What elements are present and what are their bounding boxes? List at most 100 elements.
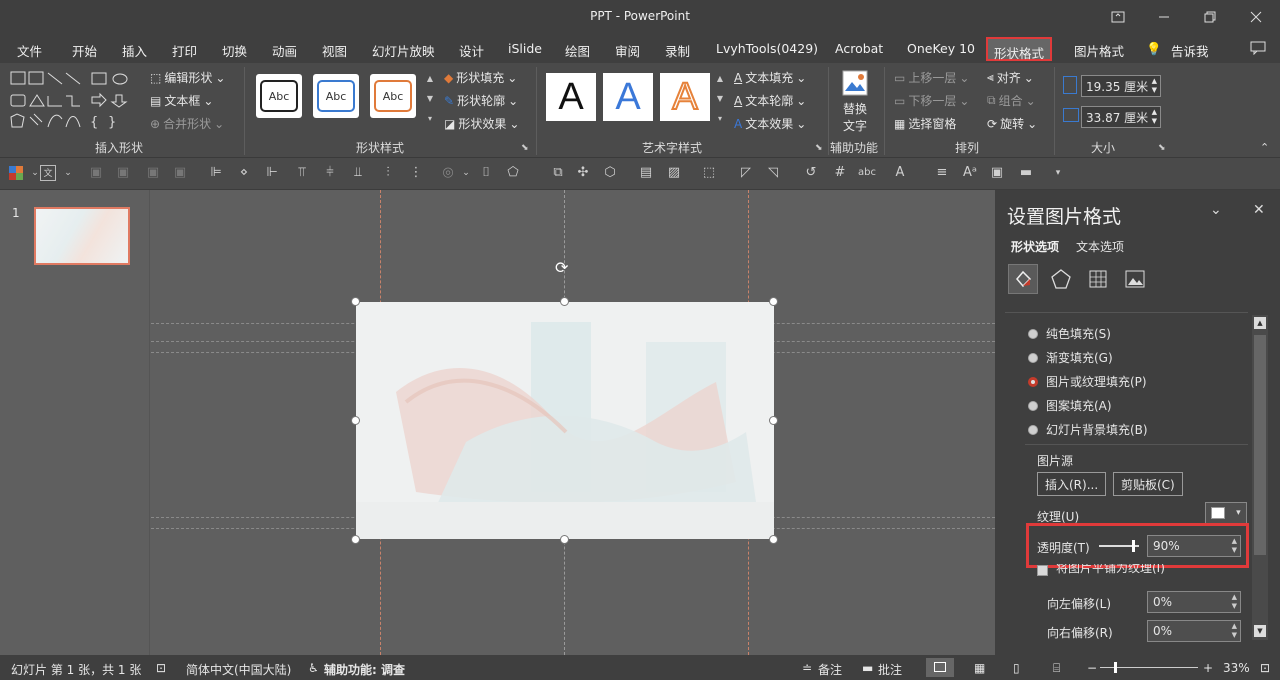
distribute-vertical-icon[interactable]: ⋮	[408, 165, 424, 181]
merge-shapes-button[interactable]: ⊕ 合并形状 ⌄	[150, 115, 224, 132]
align-button[interactable]: ⫷ 对齐 ⌄	[987, 69, 1034, 86]
crop-icon[interactable]: ⌷	[478, 165, 494, 181]
zoom-slider-thumb[interactable]	[1114, 662, 1117, 673]
shape-outline-button[interactable]: ✎ 形状轮廓 ⌄	[444, 92, 518, 109]
wordart-gallery-scroll[interactable]: ▲ ▼ ▾	[714, 69, 726, 131]
resize-handle[interactable]	[351, 297, 360, 306]
image-box-icon[interactable]: ▨	[666, 165, 682, 181]
shape-points-icon[interactable]: ◹	[765, 165, 781, 181]
resize-handle[interactable]	[560, 535, 569, 544]
shape-fill-button[interactable]: ◆ 形状填充 ⌄	[444, 69, 517, 86]
tab-print[interactable]: 打印	[172, 41, 197, 60]
tab-shape-options[interactable]: 形状选项	[1011, 238, 1059, 255]
radio-background-fill[interactable]: 幻灯片背景填充(B)	[1028, 421, 1148, 438]
tab-draw[interactable]: 绘图	[565, 41, 590, 60]
ribbon-display-options-icon[interactable]	[1095, 0, 1141, 33]
spinner-arrows-icon[interactable]: ▲ ▼	[1232, 537, 1237, 555]
radio-solid-fill[interactable]: 纯色填充(S)	[1028, 325, 1111, 342]
restore-icon[interactable]	[1187, 0, 1233, 33]
layer-icon[interactable]: ▣	[88, 165, 104, 181]
text-fill-button[interactable]: A 文本填充 ⌄	[734, 69, 806, 86]
tab-islide[interactable]: iSlide	[508, 41, 542, 56]
layer-icon[interactable]: ▣	[115, 165, 131, 181]
hash-icon[interactable]: #	[832, 165, 848, 181]
zoom-level[interactable]: 33%	[1223, 661, 1250, 675]
textbox-icon[interactable]: ▤	[638, 165, 654, 181]
dialog-launcher-icon[interactable]: ⬊	[815, 143, 823, 153]
select-icon[interactable]: ⬚	[701, 165, 717, 181]
dialog-launcher-icon[interactable]: ⬊	[1158, 143, 1166, 153]
align-middle-icon[interactable]: ⫩	[322, 165, 338, 181]
clipboard-button[interactable]: 剪贴板(C)	[1113, 472, 1183, 496]
customize-toolbar-icon[interactable]: ▾	[1050, 165, 1066, 181]
tag-icon[interactable]: ⬠	[505, 165, 521, 181]
brush-icon[interactable]: ✣	[575, 165, 591, 181]
tab-insert[interactable]: 插入	[122, 41, 147, 60]
radio-picture-fill[interactable]: 图片或纹理填充(P)	[1028, 373, 1147, 390]
picture-icon[interactable]	[1124, 268, 1146, 293]
spinner-arrows-icon[interactable]: ▲ ▼	[1232, 622, 1237, 640]
cube-icon[interactable]: ⬡	[602, 165, 618, 181]
tab-record[interactable]: 录制	[665, 41, 690, 60]
transparency-slider[interactable]	[1099, 539, 1139, 553]
selection-pane-button[interactable]: ▦ 选择窗格	[894, 115, 956, 132]
tab-acrobat[interactable]: Acrobat	[835, 41, 883, 56]
scroll-down-icon[interactable]: ▼	[1254, 625, 1266, 637]
slide-thumbnail[interactable]	[34, 207, 130, 265]
align-right-icon[interactable]: ⊩	[264, 165, 280, 181]
shape-style-orange[interactable]: Abc	[370, 74, 416, 118]
resize-handle[interactable]	[769, 297, 778, 306]
resize-handle[interactable]	[769, 535, 778, 544]
zoom-out-button[interactable]: −	[1087, 661, 1097, 675]
pane-scrollbar[interactable]: ▲ ▼	[1252, 315, 1268, 640]
scroll-thumb[interactable]	[1254, 335, 1266, 555]
tab-onekey[interactable]: OneKey 10	[907, 41, 975, 56]
wordart-style-orange[interactable]: A	[660, 73, 710, 121]
tab-slideshow[interactable]: 幻灯片放映	[372, 41, 435, 60]
scroll-up-icon[interactable]: ▲	[1254, 317, 1266, 329]
resize-handle[interactable]	[351, 535, 360, 544]
slide-sorter-icon[interactable]: ▦	[974, 661, 985, 675]
close-icon[interactable]	[1233, 0, 1279, 33]
wordart-style-blue[interactable]: A	[603, 73, 653, 121]
edit-shape-button[interactable]: ⬚ 编辑形状 ⌄	[150, 69, 225, 86]
layer-icon[interactable]: ▣	[172, 165, 188, 181]
layer-icon[interactable]: ▣	[145, 165, 161, 181]
tab-text-options[interactable]: 文本选项	[1076, 238, 1124, 255]
image-icon[interactable]: ▣	[989, 165, 1005, 181]
slideshow-icon[interactable]: ⌸	[1053, 661, 1060, 676]
texture-picker[interactable]: ▾	[1205, 502, 1247, 524]
text-spacing-icon[interactable]: abc	[856, 165, 878, 181]
shape-style-black[interactable]: Abc	[256, 74, 302, 118]
tab-file[interactable]: 文件	[17, 41, 42, 60]
width-input[interactable]: 33.87 厘米 ▲ ▼	[1081, 106, 1161, 128]
tab-shape-format[interactable]: 形状格式	[986, 37, 1053, 61]
normal-view-button[interactable]	[926, 658, 954, 677]
slider-thumb[interactable]	[1132, 540, 1136, 552]
fill-line-icon[interactable]	[1008, 264, 1038, 294]
send-backward-button[interactable]: ▭ 下移一层 ⌄	[894, 92, 969, 109]
transparency-input[interactable]: 90% ▲ ▼	[1147, 535, 1241, 557]
offset-right-input[interactable]: 0% ▲ ▼	[1147, 620, 1241, 642]
paragraph-icon[interactable]: ≡	[934, 165, 950, 181]
zoom-slider[interactable]	[1100, 662, 1198, 673]
color-theme-icon[interactable]	[5, 165, 27, 181]
tab-picture-format[interactable]: 图片格式	[1074, 41, 1124, 60]
accessibility-status[interactable]: 辅助功能: 调查	[324, 661, 405, 678]
radio-gradient-fill[interactable]: 渐变填充(G)	[1028, 349, 1113, 366]
picture-shape[interactable]	[356, 302, 774, 539]
offset-left-input[interactable]: 0% ▲ ▼	[1147, 591, 1241, 613]
rotate-button[interactable]: ⟳ 旋转 ⌄	[987, 115, 1037, 132]
spinner-arrows-icon[interactable]: ▲ ▼	[1152, 77, 1157, 95]
comments-button[interactable]: 批注	[878, 661, 902, 678]
height-input[interactable]: 19.35 厘米 ▲ ▼	[1081, 75, 1161, 97]
fit-slide-icon[interactable]: ⊡	[1260, 661, 1270, 675]
text-color-icon[interactable]: A	[892, 165, 908, 181]
tile-checkbox[interactable]	[1037, 565, 1048, 576]
distribute-icon[interactable]: ⫶	[380, 165, 396, 181]
text-outline-button[interactable]: A 文本轮廓 ⌄	[734, 92, 806, 109]
slide-editing-area[interactable]: ⟳	[151, 190, 995, 655]
effects-pentagon-icon[interactable]	[1050, 268, 1072, 293]
collapse-ribbon-icon[interactable]: ⌃	[1260, 141, 1269, 154]
resize-handle[interactable]	[560, 297, 569, 306]
